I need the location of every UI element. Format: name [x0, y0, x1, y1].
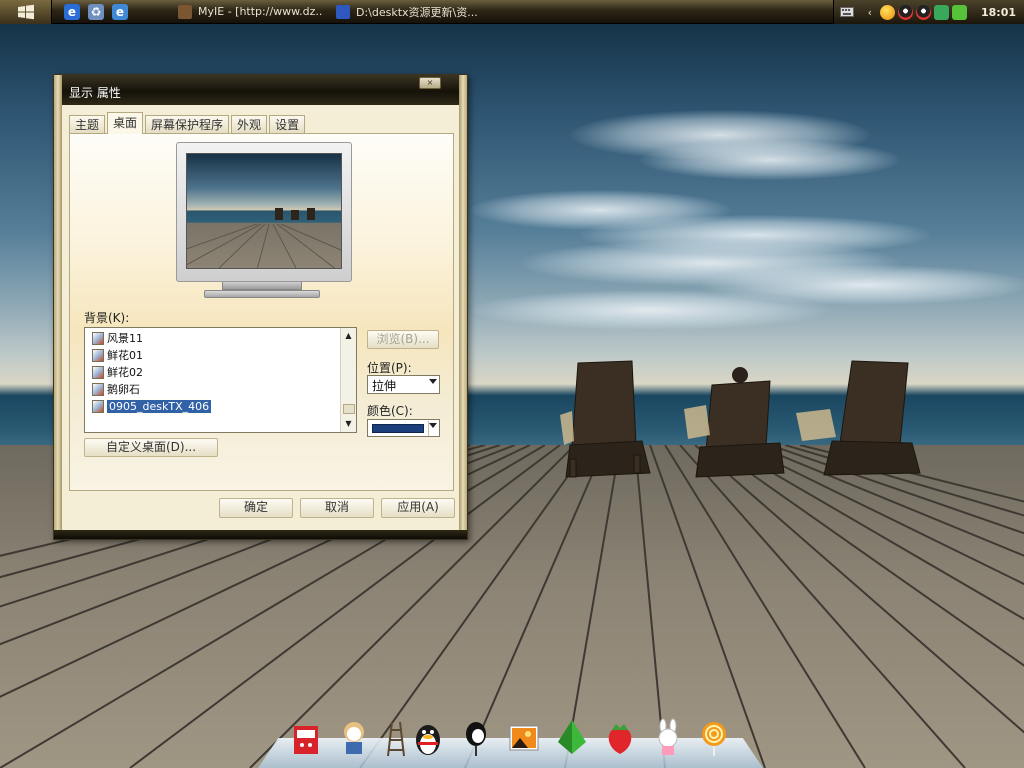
list-item-label: 风景11: [107, 332, 143, 345]
image-file-icon: [92, 365, 104, 379]
recycle-bin-icon[interactable]: ♻: [88, 3, 104, 20]
taskbar: e ♻ e MyIE - [http://www.dz... D:\desktx…: [0, 0, 1024, 24]
clock[interactable]: 18:01: [981, 6, 1016, 19]
window-frame-right: [459, 75, 467, 539]
monitor-frame: [176, 142, 352, 282]
task-label: D:\desktx资源更新\资...: [356, 5, 478, 19]
list-item-selected[interactable]: 0905_deskTX_406: [92, 398, 213, 414]
monitor-stand: [204, 290, 320, 298]
close-icon: ×: [426, 78, 434, 87]
list-item-label: 鹅卵石: [107, 383, 140, 396]
desktop-tab-panel: 背景(K): 风景11 鲜花01 鲜花02 鹅卵石 0905_deskTX_40…: [69, 133, 454, 491]
apply-button[interactable]: 应用(A): [381, 498, 455, 518]
strawberry-icon[interactable]: [602, 718, 638, 758]
smiley-icon[interactable]: [879, 4, 895, 20]
penguin-sailor-icon[interactable]: [336, 718, 372, 758]
system-tray: ‹ 18:01: [832, 0, 1024, 24]
tab-strip: 主题 桌面 屏幕保护程序 外观 设置: [69, 112, 307, 134]
image-file-icon: [92, 382, 104, 396]
background-label: 背景(K):: [84, 311, 130, 325]
tab-settings[interactable]: 设置: [269, 115, 306, 134]
monitor-neck: [222, 282, 302, 290]
qq-icon-2[interactable]: [915, 4, 931, 20]
browse-button[interactable]: 浏览(B)...: [367, 330, 439, 349]
list-item-label: 鲜花01: [107, 349, 143, 362]
show-hidden-icon[interactable]: ‹: [868, 6, 872, 19]
wallpaper-preview: [186, 153, 342, 269]
task-label: MyIE - [http://www.dz...: [198, 5, 322, 18]
magpie-icon[interactable]: [458, 718, 494, 758]
close-button[interactable]: ×: [419, 77, 441, 89]
tab-appearance[interactable]: 外观: [231, 115, 268, 134]
qq-icon[interactable]: [897, 4, 913, 20]
image-file-icon: [92, 331, 104, 345]
tab-desktop[interactable]: 桌面: [107, 112, 144, 134]
title-bar[interactable]: 显示 属性 ×: [62, 75, 459, 105]
position-label: 位置(P):: [367, 361, 412, 375]
start-button[interactable]: [0, 0, 52, 24]
list-item[interactable]: 鲜花01: [92, 347, 143, 363]
task-button-folder[interactable]: D:\desktx资源更新\资...: [330, 1, 480, 23]
lounge-chairs: [560, 360, 921, 478]
update-icon[interactable]: [951, 4, 967, 20]
image-file-icon: [92, 348, 104, 362]
window-frame-left: [54, 75, 62, 539]
qq-penguin-icon[interactable]: [410, 718, 446, 758]
window-body: 主题 桌面 屏幕保护程序 外观 设置 背景(K): 风景11 鲜花01 鲜花02…: [62, 105, 459, 539]
preview-image: [187, 208, 341, 268]
milk-box-icon[interactable]: [288, 718, 324, 758]
task-button-myie[interactable]: MyIE - [http://www.dz...: [172, 1, 322, 23]
scroll-thumb[interactable]: [343, 404, 355, 414]
chevron-down-icon: [429, 423, 437, 428]
list-item[interactable]: 鲜花02: [92, 364, 143, 380]
scroll-down-arrow-icon[interactable]: ▼: [341, 416, 356, 431]
position-value: 拉伸: [372, 379, 397, 393]
window-bottom-frame: [54, 530, 467, 539]
list-item-label: 鲜花02: [107, 366, 143, 379]
myie-icon: [178, 4, 192, 19]
image-file-icon: [92, 399, 104, 413]
list-item[interactable]: 风景11: [92, 330, 143, 346]
list-item[interactable]: 鹅卵石: [92, 381, 140, 397]
background-listbox[interactable]: 风景11 鲜花01 鲜花02 鹅卵石 0905_deskTX_406 ▲ ▼: [84, 327, 357, 433]
cloud: [640, 140, 900, 180]
windows-logo-icon: [17, 4, 34, 19]
display-properties-window: 显示 属性 × 主题 桌面 屏幕保护程序 外观 设置 背景(K): 风景11 鲜…: [53, 74, 468, 540]
list-item-label: 0905_deskTX_406: [105, 398, 213, 414]
dock-bar: [258, 712, 763, 768]
position-select[interactable]: 拉伸: [367, 375, 440, 394]
cloud: [470, 290, 830, 330]
rabbit-icon[interactable]: [650, 718, 686, 758]
tab-theme[interactable]: 主题: [69, 115, 106, 134]
cancel-button[interactable]: 取消: [300, 498, 374, 518]
color-label: 颜色(C):: [367, 404, 413, 418]
internet-explorer-icon[interactable]: e: [64, 3, 80, 20]
chat-icon[interactable]: [933, 4, 949, 20]
customize-desktop-button[interactable]: 自定义桌面(D)...: [84, 438, 218, 457]
scroll-up-arrow-icon[interactable]: ▲: [341, 328, 356, 343]
lollipop-icon[interactable]: [696, 718, 732, 758]
railway-icon[interactable]: [378, 718, 414, 758]
monitor-preview: [168, 142, 356, 302]
vertical-scrollbar[interactable]: ▲ ▼: [340, 328, 356, 432]
tab-screensaver[interactable]: 屏幕保护程序: [145, 115, 230, 134]
color-swatch: [372, 424, 424, 433]
window-title: 显示 属性: [69, 86, 121, 100]
color-picker[interactable]: [367, 419, 440, 437]
keyboard-icon[interactable]: [839, 6, 854, 18]
ok-button[interactable]: 确定: [219, 498, 293, 518]
chevron-down-icon: [429, 379, 437, 384]
green-arrow-icon[interactable]: [554, 718, 590, 758]
photo-icon[interactable]: [506, 718, 542, 758]
ie-browser-icon[interactable]: e: [112, 3, 128, 20]
folder-icon: [336, 4, 350, 19]
